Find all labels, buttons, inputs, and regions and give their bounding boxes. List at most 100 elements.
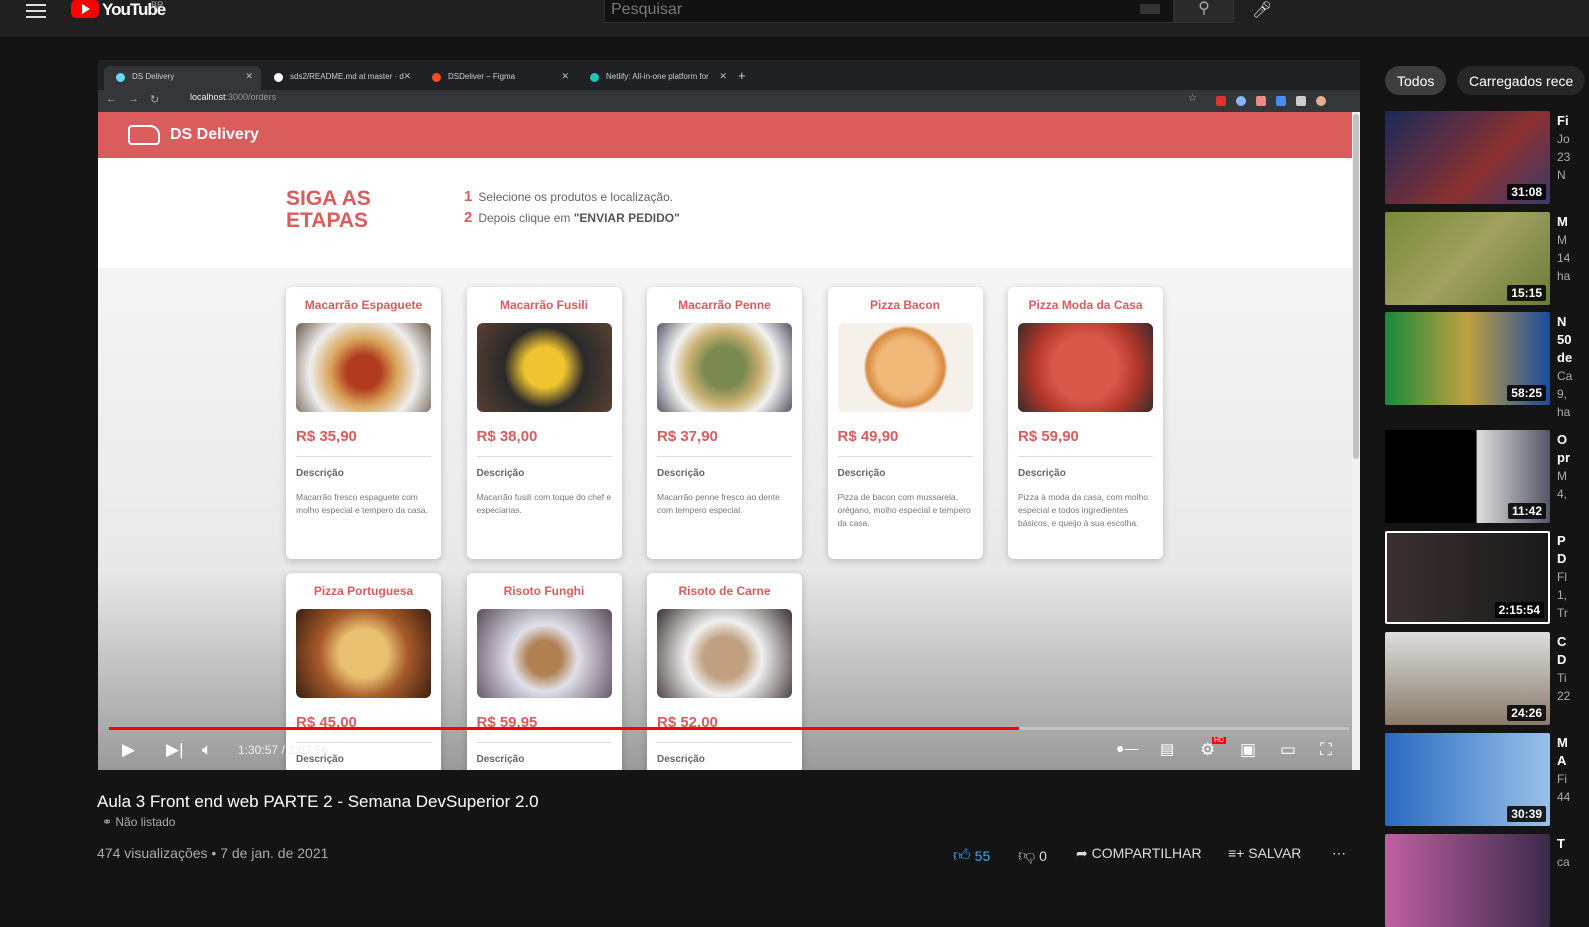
chip-recent-uploads[interactable]: Carregados rece: [1457, 66, 1586, 95]
subtitles-icon[interactable]: ▤: [1160, 740, 1174, 758]
related-video-text[interactable]: ha: [1557, 268, 1570, 285]
related-video-text[interactable]: ca: [1557, 854, 1570, 871]
close-tab-icon[interactable]: ✕: [719, 71, 727, 82]
related-video-text[interactable]: D: [1557, 551, 1566, 566]
related-video-text[interactable]: 44: [1557, 789, 1570, 806]
related-video-text[interactable]: N: [1557, 167, 1566, 184]
more-actions-icon[interactable]: ⋯: [1332, 845, 1346, 862]
related-video-text[interactable]: 14: [1557, 250, 1570, 267]
related-video-text[interactable]: Jo: [1557, 131, 1570, 148]
related-video-text[interactable]: P: [1557, 533, 1566, 548]
dislike-button[interactable]: 👎︎ 0: [1018, 845, 1047, 866]
product-card[interactable]: Pizza Bacon R$ 49,90 Descrição Pizza de bac…: [827, 287, 983, 559]
video-meta: 474 visualizações • 7 de jan. de 2021: [97, 845, 329, 861]
volume-icon[interactable]: 🔈︎: [202, 740, 212, 760]
product-card[interactable]: Pizza Portuguesa R$ 45,00 Descrição: [286, 573, 441, 770]
related-video-text[interactable]: N: [1557, 314, 1566, 329]
video-progress-bar[interactable]: [109, 727, 1349, 730]
autoplay-toggle[interactable]: ●—: [1116, 740, 1138, 756]
video-player[interactable]: DS Delivery ✕ sds2/README.md at master · d…: [98, 60, 1360, 770]
related-video-thumbnail[interactable]: 11:42: [1385, 430, 1550, 523]
description-label: Descrição: [657, 754, 705, 765]
related-video-text[interactable]: M: [1557, 735, 1568, 750]
keyboard-icon[interactable]: [1140, 4, 1160, 14]
related-video-text[interactable]: 22: [1557, 688, 1570, 705]
related-video-thumbnail[interactable]: 30:39: [1385, 733, 1550, 826]
related-video-text[interactable]: M: [1557, 468, 1567, 485]
related-video-text[interactable]: Tr: [1557, 605, 1568, 622]
url-path: :3000/orders: [225, 92, 277, 102]
product-card[interactable]: Macarrão Penne R$ 37,90 Descrição Macarrão …: [647, 287, 802, 559]
related-video-text[interactable]: M: [1557, 232, 1567, 249]
step-text: Selecione os produtos e localização.: [478, 190, 674, 204]
related-video-text[interactable]: de: [1557, 350, 1572, 365]
divider: [1018, 456, 1153, 457]
like-button[interactable]: 👍︎ 55: [953, 845, 990, 866]
video-duration: 2:15:54: [1494, 602, 1544, 618]
page-scrollbar-thumb[interactable]: [1353, 114, 1359, 459]
product-name: Risoto Funghi: [503, 584, 585, 598]
fullscreen-icon[interactable]: ⛶: [1320, 740, 1332, 760]
product-card[interactable]: Pizza Moda da Casa R$ 59,90 Descrição Pizza…: [1008, 287, 1163, 559]
url-field: localhost:3000/orders: [170, 92, 276, 102]
search-input[interactable]: Pesquisar: [604, 0, 1174, 23]
related-video-text[interactable]: D: [1557, 652, 1566, 667]
close-tab-icon[interactable]: ✕: [561, 71, 569, 82]
description-label: Descrição: [476, 754, 525, 765]
close-tab-icon[interactable]: ✕: [245, 71, 253, 82]
product-card[interactable]: Macarrão Espaguete R$ 35,90 Descrição Macar…: [286, 287, 441, 559]
related-video-text[interactable]: ha: [1557, 404, 1570, 421]
miniplayer-icon[interactable]: ▣: [1240, 740, 1256, 760]
related-video-text[interactable]: T: [1557, 836, 1565, 851]
video-progress-fill: [109, 727, 1020, 730]
related-video-text[interactable]: 4,: [1557, 486, 1567, 503]
menu-icon[interactable]: [26, 4, 46, 18]
related-video-text[interactable]: 23: [1557, 149, 1570, 166]
new-tab-icon[interactable]: +: [738, 68, 746, 83]
related-video-thumbnail[interactable]: 15:15: [1385, 212, 1550, 305]
browser-address-bar: ← → ↻ localhost:3000/orders ☆: [98, 90, 1360, 112]
related-video-thumbnail[interactable]: [1385, 834, 1550, 927]
related-video-text[interactable]: A: [1557, 753, 1566, 768]
next-icon[interactable]: ▶​|: [166, 740, 184, 760]
related-video-text[interactable]: Fi: [1557, 771, 1567, 788]
related-video-thumbnail[interactable]: 24:26: [1385, 632, 1550, 725]
related-video-text[interactable]: Fi: [1557, 113, 1569, 128]
related-video-text[interactable]: pr: [1557, 450, 1570, 465]
settings-icon[interactable]: ⚙ HD: [1200, 737, 1227, 760]
step-number: 2: [464, 209, 473, 226]
theater-mode-icon[interactable]: ▭: [1280, 740, 1296, 760]
browser-tab[interactable]: DS Delivery ✕: [104, 66, 261, 90]
browser-tab[interactable]: Netlify: All-in-one platform for ✕: [578, 66, 735, 90]
related-video-thumbnail[interactable]: 2:15:54: [1385, 531, 1550, 624]
related-video-text[interactable]: Fl: [1557, 569, 1567, 586]
chip-todos[interactable]: Todos: [1385, 66, 1447, 95]
microphone-icon[interactable]: 🎤︎: [1252, 0, 1272, 20]
product-card[interactable]: Risoto de Carne R$ 52,00 Descrição: [647, 573, 802, 770]
search-button[interactable]: ⚲: [1174, 0, 1234, 23]
related-video-text[interactable]: Ca: [1557, 368, 1572, 385]
related-video-text[interactable]: O: [1557, 432, 1567, 447]
product-card[interactable]: Macarrão Fusili R$ 38,00 Descrição Macarrão…: [466, 287, 622, 559]
related-video-thumbnail[interactable]: 31:08: [1385, 111, 1550, 204]
play-icon[interactable]: ▶: [122, 740, 135, 760]
share-button[interactable]: ➦ COMPARTILHAR: [1076, 845, 1202, 862]
save-button[interactable]: ≡+ SALVAR: [1228, 845, 1301, 861]
related-video-text[interactable]: Ti: [1557, 670, 1567, 687]
browser-tab[interactable]: sds2/README.md at master · d ✕: [262, 66, 419, 90]
youtube-logo-icon[interactable]: [71, 0, 99, 18]
browser-tab[interactable]: DSDeliver – Figma ✕: [420, 66, 577, 90]
current-time: 1:30:57: [238, 743, 279, 757]
product-image: [837, 323, 973, 412]
related-video-text[interactable]: 50: [1557, 332, 1571, 347]
related-video-text[interactable]: C: [1557, 634, 1566, 649]
close-tab-icon[interactable]: ✕: [403, 71, 411, 82]
related-video-thumbnail[interactable]: 58:25: [1385, 312, 1550, 405]
related-video-text[interactable]: 9,: [1557, 386, 1567, 403]
divider: [296, 456, 431, 457]
product-card[interactable]: Risoto Funghi R$ 59,95 Descrição: [466, 573, 622, 770]
description-label: Descrição: [1018, 468, 1066, 479]
related-video-text[interactable]: M: [1557, 214, 1568, 229]
related-video-text[interactable]: 1,: [1557, 587, 1567, 604]
share-icon: ➦: [1076, 845, 1092, 861]
